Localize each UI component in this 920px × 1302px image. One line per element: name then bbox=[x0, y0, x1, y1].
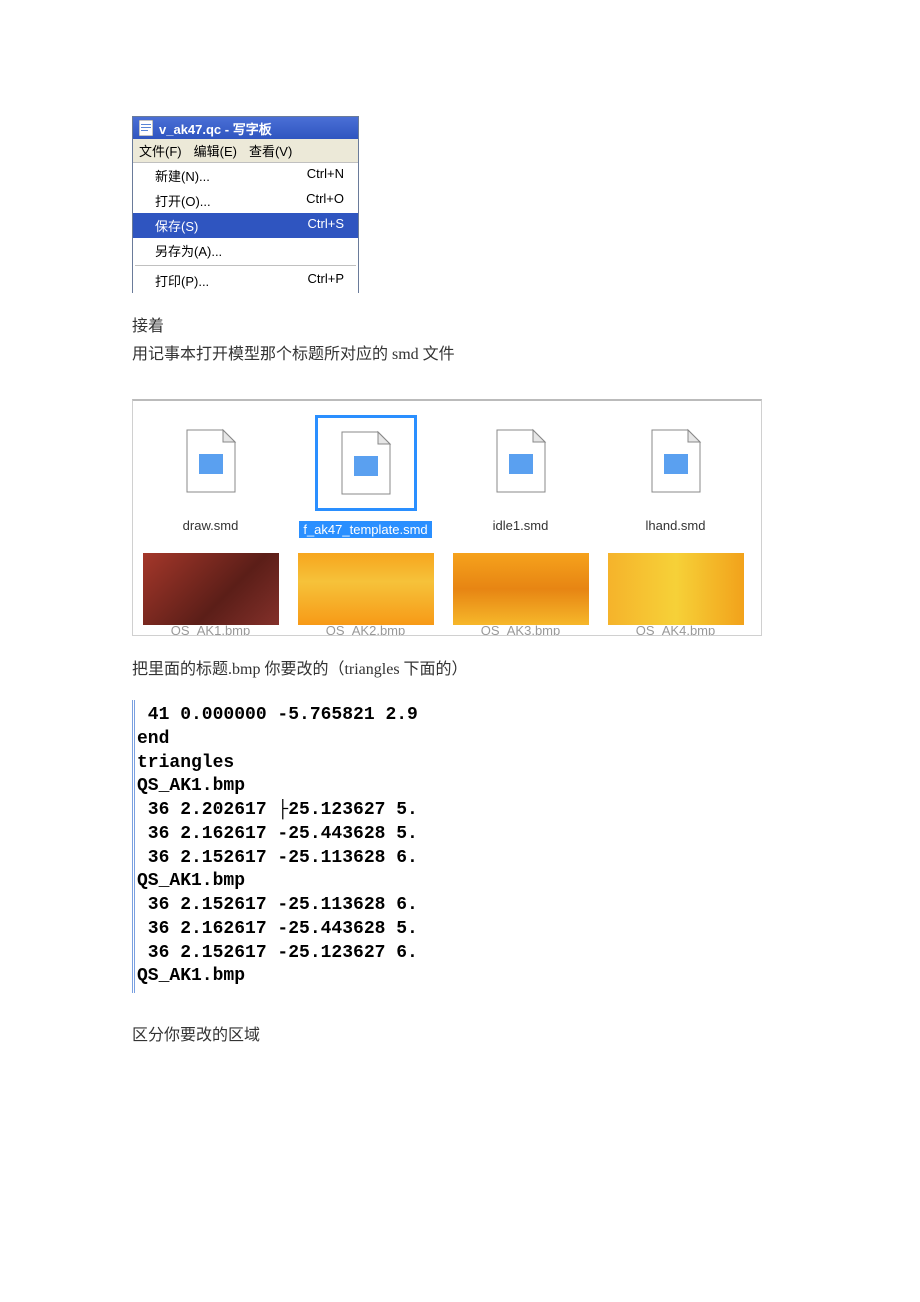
title-text: v_ak47.qc - 写字板 bbox=[159, 119, 272, 138]
menu-item[interactable]: 打开(O)...Ctrl+O bbox=[133, 188, 358, 213]
texture-item[interactable] bbox=[288, 553, 443, 625]
texture-thumb bbox=[143, 553, 279, 625]
app-icon bbox=[137, 119, 155, 137]
file-icon bbox=[162, 415, 260, 507]
texture-label: QS_AK3.bmp bbox=[443, 625, 598, 635]
menu-item[interactable]: 另存为(A)... bbox=[133, 238, 358, 263]
explorer-window: draw.smd f_ak47_template.smd idle1.smd lhan… bbox=[132, 399, 762, 636]
menu-item[interactable]: 保存(S)Ctrl+S bbox=[133, 213, 358, 238]
menu-file[interactable]: 文件(F) bbox=[133, 139, 188, 162]
file-item[interactable]: draw.smd bbox=[133, 415, 288, 539]
file-item[interactable]: idle1.smd bbox=[443, 415, 598, 539]
texture-thumb bbox=[298, 553, 434, 625]
texture-row bbox=[133, 553, 761, 625]
file-row: draw.smd f_ak47_template.smd idle1.smd lhan… bbox=[133, 415, 761, 539]
file-label: idle1.smd bbox=[489, 517, 553, 534]
file-dropdown: 新建(N)...Ctrl+N打开(O)...Ctrl+O保存(S)Ctrl+S另… bbox=[133, 163, 358, 293]
para-2: 把里面的标题.bmp 你要改的（triangles 下面的） bbox=[132, 658, 772, 682]
smd-code-block: 41 0.000000 -5.765821 2.9 end triangles … bbox=[132, 700, 772, 993]
menu-view[interactable]: 查看(V) bbox=[243, 139, 298, 162]
para-3: 区分你要改的区域 bbox=[132, 1021, 772, 1045]
file-icon bbox=[315, 415, 417, 511]
texture-label: QS_AK2.bmp bbox=[288, 625, 443, 635]
file-label: lhand.smd bbox=[642, 517, 710, 534]
file-icon bbox=[627, 415, 725, 507]
texture-thumb bbox=[453, 553, 589, 625]
texture-thumb bbox=[608, 553, 744, 625]
texture-item[interactable] bbox=[598, 553, 753, 625]
menu-item[interactable]: 打印(P)...Ctrl+P bbox=[133, 268, 358, 293]
para-1a: 接着 bbox=[132, 315, 772, 339]
file-label: f_ak47_template.smd bbox=[299, 521, 431, 538]
file-item[interactable]: lhand.smd bbox=[598, 415, 753, 539]
titlebar: v_ak47.qc - 写字板 bbox=[133, 117, 358, 139]
menu-edit[interactable]: 编辑(E) bbox=[188, 139, 243, 162]
texture-label: QS_AK1.bmp bbox=[133, 625, 288, 635]
texture-label-row: QS_AK1.bmpQS_AK2.bmpQS_AK3.bmpQS_AK4.bmp bbox=[133, 625, 761, 635]
file-item[interactable]: f_ak47_template.smd bbox=[288, 415, 443, 539]
texture-label: QS_AK4.bmp bbox=[598, 625, 753, 635]
para-1b: 用记事本打开模型那个标题所对应的 smd 文件 bbox=[132, 343, 772, 367]
file-icon bbox=[472, 415, 570, 507]
texture-item[interactable] bbox=[443, 553, 598, 625]
menubar: 文件(F) 编辑(E) 查看(V) bbox=[133, 139, 358, 163]
menu-item[interactable]: 新建(N)...Ctrl+N bbox=[133, 163, 358, 188]
file-label: draw.smd bbox=[179, 517, 243, 534]
wordpad-window: v_ak47.qc - 写字板 文件(F) 编辑(E) 查看(V) 新建(N).… bbox=[132, 116, 359, 293]
texture-item[interactable] bbox=[133, 553, 288, 625]
